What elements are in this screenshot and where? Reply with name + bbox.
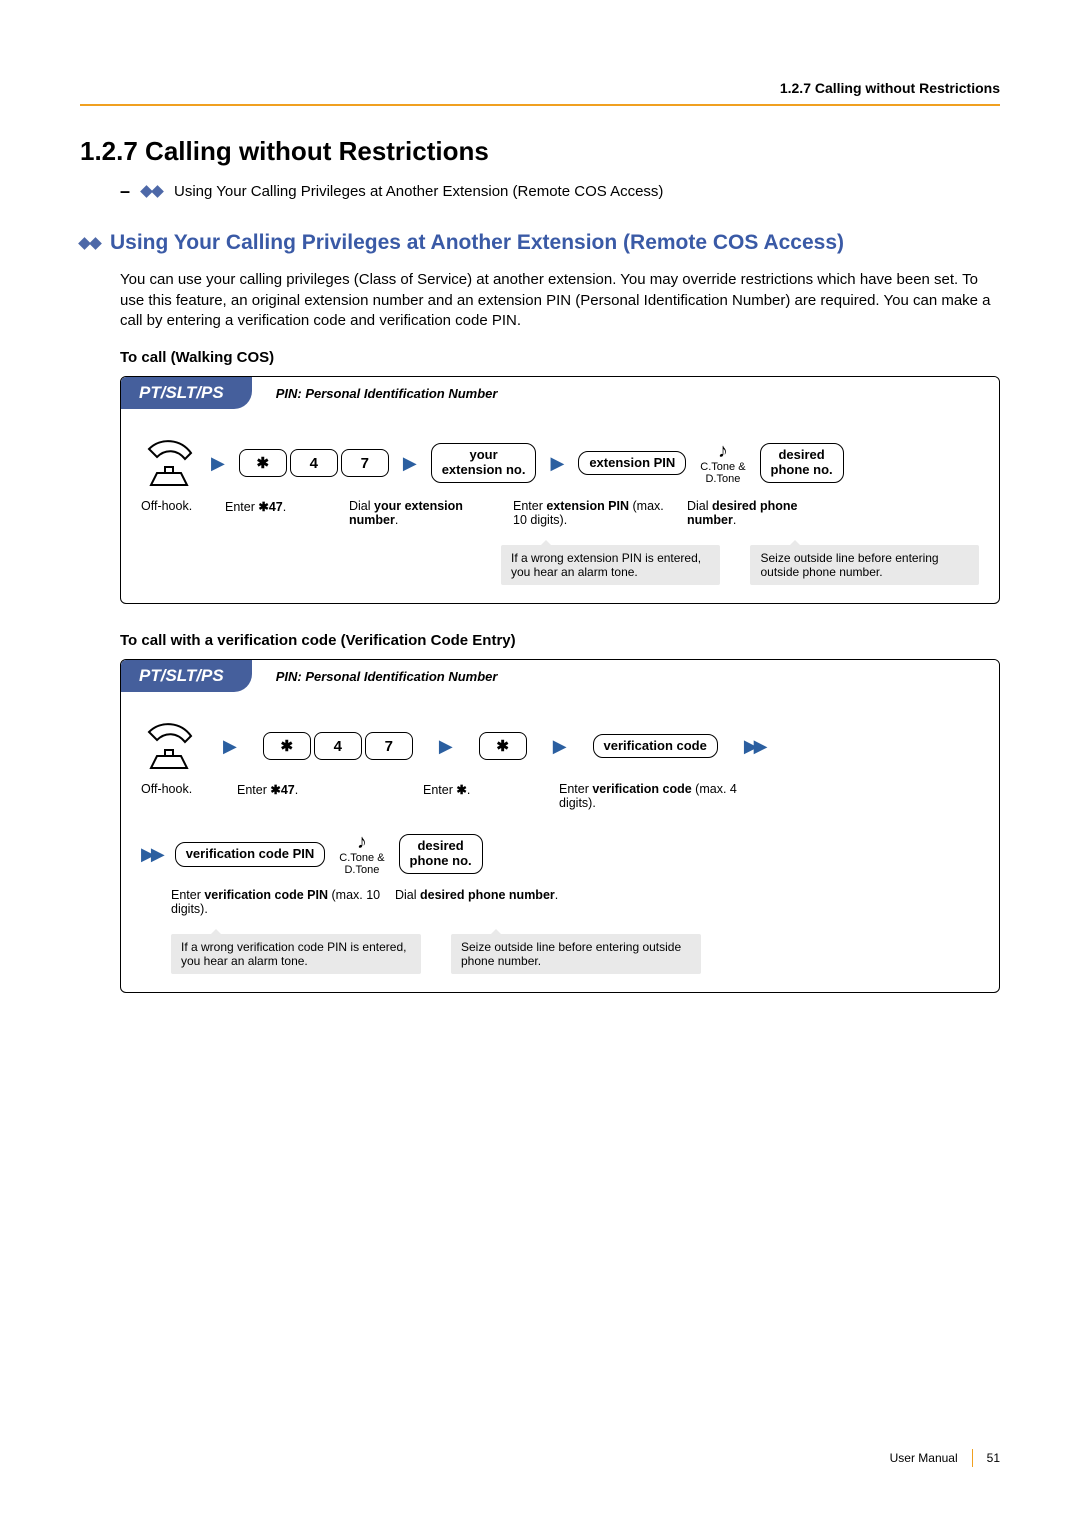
footer-label: User Manual [890, 1451, 958, 1465]
procedure2-card: PT/SLT/PS PIN: Personal Identification N… [120, 659, 1000, 993]
music-note-icon: ♪ [357, 832, 367, 853]
procedure2-captions-row1: Off-hook. Enter ✱47. Enter ✱. Enter veri… [141, 782, 979, 810]
page: 1.2.7 Calling without Restrictions 1.2.7… [0, 0, 1080, 1527]
procedure2-flow-row1: ▶ ✱ 4 7 ▶ ✱ ▶ verification code ▶▶ [141, 722, 979, 770]
tone-label: D.Tone [344, 865, 379, 877]
double-arrow-icon: ▶▶ [744, 736, 764, 757]
arrow-icon: ▶ [211, 453, 225, 474]
tone-label: D.Tone [705, 474, 740, 486]
caption-offhook: Off-hook. [141, 499, 211, 527]
key-sequence-star47: ✱ 4 7 [239, 449, 389, 477]
offhook-icon [141, 722, 197, 770]
procedure1-hints: If a wrong extension PIN is entered, you… [501, 545, 979, 585]
arrow-icon: ▶ [223, 736, 237, 757]
bullet-dash-icon: – [120, 181, 130, 202]
procedure2-body: ▶ ✱ 4 7 ▶ ✱ ▶ verification code ▶▶ Off-h… [121, 692, 999, 992]
procedure1-card-header: PT/SLT/PS PIN: Personal Identification N… [121, 377, 999, 409]
page-footer: User Manual 51 [890, 1449, 1000, 1467]
hint-seize-line: Seize outside line before entering outsi… [451, 934, 701, 974]
key-7: 7 [365, 732, 413, 760]
device-tab: PT/SLT/PS [121, 377, 252, 409]
key-7: 7 [341, 449, 389, 477]
caption-verification-code: Enter verification code (max. 4 digits). [559, 782, 759, 810]
footer-divider-icon [972, 1449, 973, 1467]
tone-icon: ♪ C.Tone & D.Tone [339, 832, 384, 876]
box-desired-phone: desired phone no. [760, 443, 844, 483]
procedure1-card: PT/SLT/PS PIN: Personal Identification N… [120, 376, 1000, 604]
footer-page-number: 51 [987, 1451, 1000, 1465]
caption-dial-desired: Dial desired phone number. [395, 888, 575, 916]
procedure1-flow: ▶ ✱ 4 7 ▶ your extension no. ▶ extension… [141, 439, 979, 487]
caption-dial-ext: Dial your extension number. [349, 499, 499, 527]
subsection-title-text: Using Your Calling Privileges at Another… [110, 230, 844, 256]
diamond-icon [142, 187, 162, 196]
caption-verification-pin: Enter verification code PIN (max. 10 dig… [171, 888, 381, 916]
device-tab: PT/SLT/PS [121, 660, 252, 692]
subsection-paragraph: You can use your calling privileges (Cla… [120, 270, 1000, 331]
key-4: 4 [314, 732, 362, 760]
music-note-icon: ♪ [718, 441, 728, 462]
subsection-title: Using Your Calling Privileges at Another… [80, 230, 1000, 256]
offhook-icon [141, 439, 197, 487]
tone-label: C.Tone & [339, 853, 384, 865]
key-4: 4 [290, 449, 338, 477]
procedure1-body: ▶ ✱ 4 7 ▶ your extension no. ▶ extension… [121, 409, 999, 603]
arrow-icon: ▶ [439, 736, 453, 757]
procedure2-hints: If a wrong verification code PIN is ente… [171, 934, 979, 974]
box-desired-phone: desired phone no. [399, 834, 483, 874]
caption-ext-pin: Enter extension PIN (max. 10 digits). [513, 499, 673, 527]
caption-enter47: Enter ✱47. [225, 499, 335, 527]
hint-wrong-pin: If a wrong verification code PIN is ente… [171, 934, 421, 974]
procedure1-heading: To call (Walking COS) [120, 349, 1000, 366]
key-sequence-star47: ✱ 4 7 [263, 732, 413, 760]
box-your-extension: your extension no. [431, 443, 537, 483]
caption-offhook: Off-hook. [141, 782, 211, 810]
hint-seize-line: Seize outside line before entering outsi… [750, 545, 979, 585]
procedure1-captions: Off-hook. Enter ✱47. Dial your extension… [141, 499, 979, 527]
tone-icon: ♪ C.Tone & D.Tone [700, 441, 745, 485]
pin-note: PIN: Personal Identification Number [276, 669, 498, 684]
procedure2-card-header: PT/SLT/PS PIN: Personal Identification N… [121, 660, 999, 692]
box-verification-code-pin: verification code PIN [175, 842, 326, 867]
box-extension-pin: extension PIN [578, 451, 686, 476]
tone-label: C.Tone & [700, 462, 745, 474]
caption-enter47: Enter ✱47. [237, 782, 397, 810]
arrow-icon: ▶ [553, 736, 567, 757]
caption-dial-desired: Dial desired phone number. [687, 499, 837, 527]
key-star2: ✱ [479, 732, 527, 760]
arrow-icon: ▶ [550, 453, 564, 474]
key-star: ✱ [263, 732, 311, 760]
double-arrow-icon: ▶▶ [141, 844, 161, 865]
key-star: ✱ [239, 449, 287, 477]
toc-item-text: Using Your Calling Privileges at Another… [174, 183, 663, 200]
section-title: 1.2.7 Calling without Restrictions [80, 136, 1000, 167]
toc-line: – Using Your Calling Privileges at Anoth… [120, 181, 1000, 202]
header-rule [80, 104, 1000, 106]
caption-enter-star: Enter ✱. [423, 782, 533, 810]
procedure2-flow-row2: ▶▶ verification code PIN ♪ C.Tone & D.To… [141, 832, 979, 876]
procedure2-captions-row2: Enter verification code PIN (max. 10 dig… [171, 888, 979, 916]
box-verification-code: verification code [593, 734, 718, 759]
diamond-icon [80, 239, 100, 248]
running-header: 1.2.7 Calling without Restrictions [80, 80, 1000, 96]
procedure2-heading: To call with a verification code (Verifi… [120, 632, 1000, 649]
arrow-icon: ▶ [403, 453, 417, 474]
pin-note: PIN: Personal Identification Number [276, 386, 498, 401]
hint-wrong-pin: If a wrong extension PIN is entered, you… [501, 545, 720, 585]
